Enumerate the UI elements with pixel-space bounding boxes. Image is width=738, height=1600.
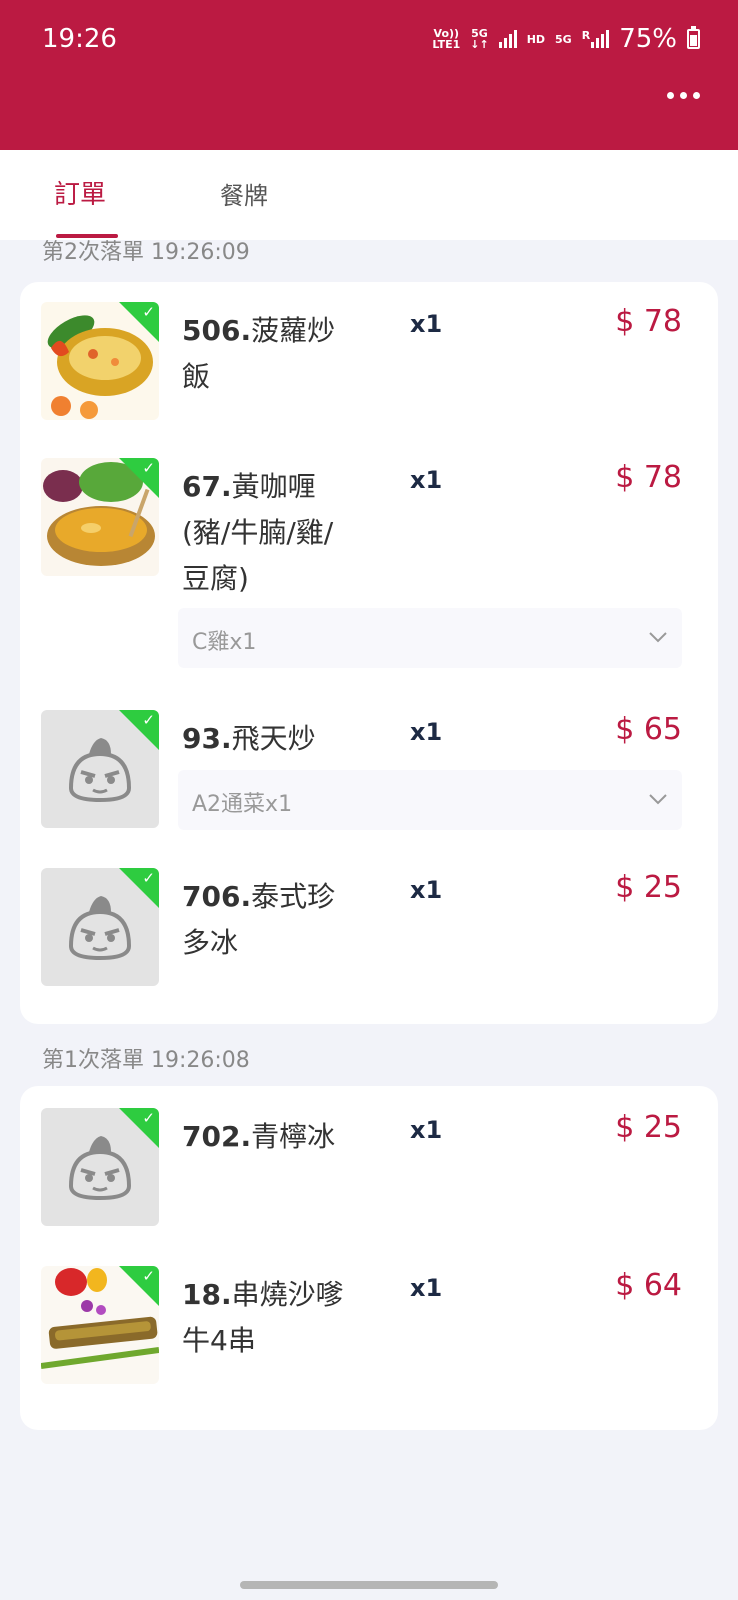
- network-5g-icon: 5G ↓↑: [470, 27, 489, 51]
- battery-percent: 75%: [619, 24, 677, 54]
- placeholder-mascot-image: ✓: [41, 868, 159, 986]
- tab-orders[interactable]: 訂單: [54, 174, 106, 211]
- signal-icon: [498, 30, 517, 48]
- item-quantity: x1: [410, 1274, 443, 1302]
- item-option-text: A2通菜x1: [192, 792, 293, 817]
- check-icon: ✓: [142, 1109, 155, 1127]
- item-name: 702.青檸冰: [182, 1120, 336, 1153]
- tab-bar: 訂單 餐牌: [0, 150, 738, 240]
- item-name: 93.飛天炒: [182, 722, 316, 755]
- food-image: ✓: [41, 1266, 159, 1384]
- item-quantity: x1: [410, 718, 443, 746]
- more-options-icon[interactable]: [667, 92, 700, 99]
- order-batch-card: ✓ 506.菠蘿炒飯 x1 $ 78 ✓ 67.黃咖喱(豬/牛腩/雞/豆腐) x…: [20, 282, 718, 1024]
- battery-icon: [687, 26, 700, 49]
- hd-icon: HD: [526, 32, 546, 46]
- check-icon: ✓: [142, 303, 155, 321]
- network-5g-icon-2: 5G: [555, 32, 572, 46]
- system-status-icons: Vo)) LTE1 5G ↓↑ HD 5G R 75%: [432, 24, 700, 54]
- item-name: 67.黃咖喱(豬/牛腩/雞/豆腐): [182, 470, 334, 595]
- item-name: 18.串燒沙嗲 牛4串: [182, 1278, 344, 1357]
- item-quantity: x1: [410, 466, 443, 494]
- order-item[interactable]: ✓ 18.串燒沙嗲 牛4串 x1 $ 64: [20, 1266, 718, 1386]
- item-name: 506.菠蘿炒飯: [182, 314, 336, 393]
- batch-label: 第2次落單 19:26:09: [42, 240, 250, 265]
- order-item[interactable]: ✓ 702.青檸冰 x1 $ 25: [20, 1108, 718, 1228]
- item-name: 706.泰式珍多冰: [182, 880, 336, 959]
- item-price: $ 78: [615, 460, 682, 495]
- volte-icon: Vo)) LTE1: [432, 27, 461, 51]
- item-price: $ 25: [615, 1110, 682, 1145]
- item-option-dropdown[interactable]: A2通菜x1: [178, 770, 682, 830]
- item-option-text: C雞x1: [192, 630, 257, 655]
- placeholder-mascot-image: ✓: [41, 1108, 159, 1226]
- item-price: $ 64: [615, 1268, 682, 1303]
- item-price: $ 25: [615, 870, 682, 905]
- check-icon: ✓: [142, 459, 155, 477]
- order-item[interactable]: ✓ 67.黃咖喱(豬/牛腩/雞/豆腐) x1 $ 78 C雞x1: [20, 458, 718, 678]
- item-option-dropdown[interactable]: C雞x1: [178, 608, 682, 668]
- check-icon: ✓: [142, 869, 155, 887]
- food-image: ✓: [41, 458, 159, 576]
- roaming-signal-icon: R: [582, 30, 610, 48]
- placeholder-mascot-image: ✓: [41, 710, 159, 828]
- chevron-down-icon: [649, 794, 667, 805]
- order-item[interactable]: ✓ 93.飛天炒 x1 $ 65 A2通菜x1: [20, 710, 718, 860]
- app-header: 19:26 Vo)) LTE1 5G ↓↑ HD 5G R 75%: [0, 0, 738, 150]
- item-price: $ 78: [615, 304, 682, 339]
- food-image: ✓: [41, 302, 159, 420]
- item-quantity: x1: [410, 1116, 443, 1144]
- order-item[interactable]: ✓ 706.泰式珍多冰 x1 $ 25: [20, 868, 718, 988]
- order-item[interactable]: ✓ 506.菠蘿炒飯 x1 $ 78: [20, 302, 718, 422]
- status-time: 19:26: [42, 24, 117, 54]
- check-icon: ✓: [142, 711, 155, 729]
- chevron-down-icon: [649, 632, 667, 643]
- item-quantity: x1: [410, 876, 443, 904]
- home-indicator[interactable]: [240, 1581, 498, 1589]
- item-quantity: x1: [410, 310, 443, 338]
- item-price: $ 65: [615, 712, 682, 747]
- check-icon: ✓: [142, 1267, 155, 1285]
- order-batch-card: ✓ 702.青檸冰 x1 $ 25 ✓ 18.串燒沙嗲 牛4串 x1 $ 64: [20, 1086, 718, 1430]
- batch-label: 第1次落單 19:26:08: [42, 1048, 250, 1073]
- tab-menu[interactable]: 餐牌: [220, 176, 268, 211]
